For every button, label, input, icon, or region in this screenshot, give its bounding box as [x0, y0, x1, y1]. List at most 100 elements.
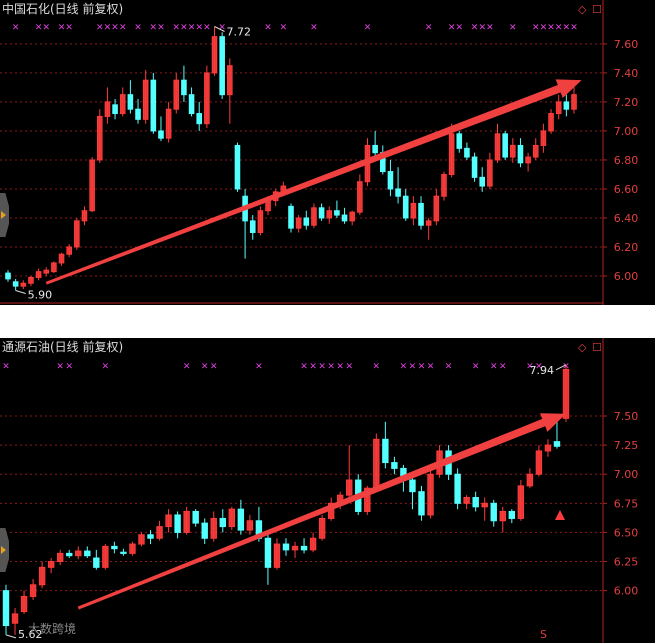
candle-fill: [346, 480, 352, 496]
candle-fill: [441, 174, 447, 197]
candle-fill: [527, 474, 533, 486]
candle-body-down: [5, 272, 11, 280]
signal-marker: ✕: [540, 23, 548, 33]
candle-body-down: [120, 551, 127, 554]
candle-body-down: [502, 133, 508, 158]
candle-fill: [311, 207, 317, 226]
candle-fill: [510, 145, 516, 158]
candle-body-down: [147, 534, 154, 539]
candle-fill: [105, 101, 110, 117]
candle-fill: [51, 262, 57, 272]
candle-body-down: [282, 543, 290, 551]
signal-marker: ✕: [478, 23, 486, 33]
y-tick-label: 7.60: [614, 38, 639, 51]
candle-body-down: [517, 144, 524, 164]
candle-fill: [165, 514, 172, 527]
candle-fill: [48, 561, 54, 568]
candle-fill: [487, 159, 493, 187]
signal-marker: ✕: [472, 362, 480, 372]
candle-fill: [75, 551, 81, 556]
candle-fill: [449, 133, 454, 175]
signal-marker: ✕: [2, 362, 10, 372]
signal-marker: ✕: [509, 23, 517, 33]
signal-marker: ✕: [555, 23, 563, 33]
candle-fill: [39, 567, 45, 585]
signal-marker: ✕: [35, 23, 43, 33]
signal-marker: ✕: [96, 23, 104, 33]
signal-marker: ✕: [102, 362, 110, 372]
candle-body-down: [303, 217, 310, 226]
chart-panel-top[interactable]: 7.60 7.40 7.20 7.00 6.80 6.60 6.40 6.20 6.00 ✕ ✕ ✕ ✕…: [0, 0, 655, 305]
candle-fill: [463, 497, 470, 504]
candle-body-down: [264, 537, 272, 568]
candle-body-down: [196, 113, 203, 125]
candle-body-down: [219, 517, 226, 528]
candle-fill: [292, 546, 298, 550]
chart-svg-bottom[interactable]: 7.507.257.006.756.506.256.00✕ ✕ ✕ ✕ ✕ ✕ ✕ ✕ ✕ ✕ ✕ ✕…: [0, 338, 655, 643]
candle-fill: [82, 210, 87, 221]
signal-marker: ✕: [255, 362, 263, 372]
y-tick-label: 6.60: [614, 183, 639, 196]
candle-body-down: [508, 510, 516, 519]
signal-marker: ✕: [448, 23, 456, 33]
signal-marker: ✕: [563, 23, 571, 33]
candle-body-down: [201, 522, 208, 539]
candle-body-down: [454, 473, 461, 504]
candle-body-down: [341, 214, 348, 222]
candle-fill: [30, 584, 36, 597]
trend-arrow: [45, 79, 582, 285]
candle-fill: [373, 439, 380, 489]
candle-fill: [247, 520, 253, 531]
signal-marker: ✕: [58, 23, 66, 33]
candle-body-down: [382, 438, 389, 464]
candle-fill: [138, 534, 145, 545]
signal-marker: ✕: [425, 23, 433, 33]
candle-fill: [120, 94, 126, 114]
signal-marker: ✕: [364, 23, 372, 33]
candle-fill: [21, 283, 26, 287]
signal-marker: ✕: [327, 362, 335, 372]
candle-body-down: [334, 210, 340, 216]
panel-separator: [0, 305, 655, 338]
diamond-icon[interactable]: ◇: [578, 341, 586, 354]
candle-body-down: [174, 514, 181, 533]
chart-svg-top[interactable]: 7.607.407.207.006.806.606.406.206.00✕ ✕ ✕ ✕…: [0, 0, 655, 305]
candle-fill: [296, 217, 301, 229]
candle-body-down: [237, 508, 245, 531]
window-box-icon[interactable]: ☐: [592, 3, 602, 16]
signal-marker: ✕: [180, 23, 188, 33]
y-tick-label: 6.75: [614, 497, 639, 510]
window-box-icon[interactable]: ☐: [592, 341, 602, 354]
candle-body-down: [84, 550, 91, 557]
y-tick-label: 7.25: [614, 439, 639, 452]
candle-fill: [571, 94, 577, 110]
high-price-label: 7.94: [530, 364, 555, 377]
candle-fill: [533, 145, 539, 158]
signal-marker: ✕: [471, 23, 479, 33]
signal-marker: ✕: [134, 23, 142, 33]
candle-fill: [211, 518, 217, 539]
candle-body-down: [479, 176, 486, 187]
chart-panel-bottom[interactable]: 7.50 7.25 7.00 6.75 6.50 6.25 6.00 ✕ ✕ ✕ ✕ ✕ ✕ ✕ ✕ ✕ ✕ ✕ ✕…: [0, 338, 655, 643]
candle-body-down: [112, 104, 118, 115]
signal-marker: ✕: [12, 23, 20, 33]
candle-body-down: [456, 133, 463, 149]
candle-fill: [204, 72, 210, 124]
candle-fill: [97, 116, 103, 160]
candle-fill: [36, 271, 41, 278]
candle-fill: [536, 450, 542, 475]
candle-body-down: [192, 510, 199, 524]
candle-body-down: [418, 491, 425, 516]
signal-marker: ✕: [570, 23, 578, 33]
candle-body-down: [300, 545, 308, 551]
y-tick-label: 6.20: [614, 241, 639, 254]
diamond-icon[interactable]: ◇: [578, 3, 586, 16]
candle-fill: [326, 210, 332, 218]
signal-marker: ✕: [409, 362, 417, 372]
candle-body-down: [563, 101, 570, 110]
candle-fill: [495, 133, 500, 160]
y-tick-label: 7.00: [614, 125, 639, 138]
candle-fill: [156, 526, 163, 539]
signal-marker: ✕: [318, 362, 326, 372]
candle-body-down: [418, 202, 424, 226]
